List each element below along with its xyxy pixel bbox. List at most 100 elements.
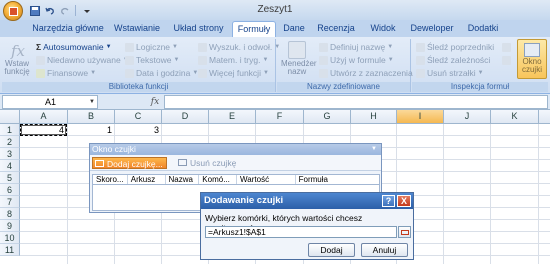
column-header-b[interactable]: B bbox=[68, 110, 115, 124]
tab-view[interactable]: Widok bbox=[366, 21, 400, 37]
column-header-f[interactable]: F bbox=[256, 110, 304, 124]
column-header-g[interactable]: G bbox=[304, 110, 351, 124]
cell-reference-input[interactable]: =Arkusz1!$A$1 bbox=[205, 226, 397, 238]
row-header-10[interactable]: 10 bbox=[0, 232, 20, 244]
column-header-k[interactable]: K bbox=[491, 110, 539, 124]
financial-functions-button[interactable]: Finansowe ▼ bbox=[36, 68, 96, 79]
column-header-next[interactable] bbox=[539, 110, 550, 124]
tab-addins[interactable]: Dodatki bbox=[463, 21, 503, 37]
chevron-down-icon[interactable]: ▼ bbox=[371, 144, 377, 155]
tab-data[interactable]: Dane bbox=[280, 21, 308, 37]
name-manager-button[interactable]: Menedżer nazw bbox=[281, 41, 317, 76]
column-header-cell[interactable]: Komó... bbox=[199, 175, 238, 184]
add-watch-button[interactable]: Dodaj czujkę... bbox=[92, 157, 167, 169]
select-all-corner[interactable] bbox=[0, 110, 20, 124]
watch-window-title-bar[interactable]: Okno czujki ▼ bbox=[90, 144, 381, 155]
use-in-formula-button[interactable]: Użyj w formule ▼ bbox=[319, 55, 394, 66]
chevron-down-icon[interactable]: ▼ bbox=[89, 96, 95, 108]
insert-function-icon[interactable]: fx bbox=[148, 95, 162, 109]
chevron-down-icon: ▼ bbox=[262, 57, 269, 63]
row-header-6[interactable]: 6 bbox=[0, 184, 20, 196]
recent-functions-button[interactable]: Niedawno używane ▼ bbox=[36, 55, 129, 66]
remove-arrows-icon bbox=[416, 69, 425, 78]
row-header-2[interactable]: 2 bbox=[0, 136, 20, 148]
column-header-j[interactable]: J bbox=[444, 110, 491, 124]
tab-review[interactable]: Recenzja bbox=[314, 21, 358, 37]
undo-icon[interactable] bbox=[43, 4, 56, 17]
tab-insert[interactable]: Wstawianie bbox=[109, 21, 165, 37]
trace-dependents-icon bbox=[416, 56, 425, 65]
name-manager-label: Menedżer nazw bbox=[281, 59, 317, 76]
define-name-button[interactable]: Definiuj nazwę ▼ bbox=[319, 42, 393, 53]
math-functions-button[interactable]: Matem. i tryg. ▼ bbox=[198, 55, 268, 66]
book-icon bbox=[125, 43, 134, 52]
trace-precedents-button[interactable]: Śledź poprzedniki bbox=[416, 42, 494, 53]
error-checking-button[interactable] bbox=[502, 42, 511, 53]
collapse-dialog-icon[interactable] bbox=[398, 226, 411, 238]
tab-home[interactable]: Narzędzia główne bbox=[32, 21, 104, 37]
name-box[interactable]: A1 ▼ bbox=[2, 95, 98, 109]
group-defined-names: Menedżer nazw Definiuj nazwę ▼ Użyj w fo… bbox=[277, 39, 413, 92]
row-header-9[interactable]: 9 bbox=[0, 220, 20, 232]
watch-window-title: Okno czujki bbox=[92, 144, 136, 154]
office-button[interactable] bbox=[3, 1, 23, 21]
cell-c1[interactable]: 3 bbox=[115, 124, 162, 136]
close-icon[interactable]: X bbox=[397, 195, 411, 207]
row-header-8[interactable]: 8 bbox=[0, 208, 20, 220]
create-from-selection-button[interactable]: Utwórz z zaznaczenia bbox=[319, 68, 413, 79]
tab-developer[interactable]: Deweloper bbox=[408, 21, 456, 37]
math-icon bbox=[198, 56, 207, 65]
column-header-h[interactable]: H bbox=[351, 110, 397, 124]
row-header-5[interactable]: 5 bbox=[0, 172, 20, 184]
column-header-e[interactable]: E bbox=[209, 110, 256, 124]
column-header-i[interactable]: I bbox=[397, 110, 444, 124]
date-time-functions-button[interactable]: Data i godzina ▼ bbox=[125, 68, 198, 79]
dialog-title-bar[interactable]: Dodawanie czujki ? X bbox=[201, 193, 413, 209]
date-time-label: Data i godzina bbox=[136, 68, 191, 78]
customize-icon[interactable] bbox=[80, 4, 93, 17]
tab-formulas[interactable]: Formuły bbox=[232, 21, 276, 38]
column-header-formula[interactable]: Formuła bbox=[296, 175, 379, 184]
remove-arrows-button[interactable]: Usuń strzałki ▼ bbox=[416, 68, 484, 79]
row-header-7[interactable]: 7 bbox=[0, 196, 20, 208]
watch-window-button[interactable]: Okno czujki bbox=[517, 39, 547, 79]
row-header-1[interactable]: 1 bbox=[0, 124, 20, 136]
text-functions-button[interactable]: Tekstowe ▼ bbox=[125, 55, 179, 66]
watch-window-toolbar: Dodaj czujkę... Usuń czujkę bbox=[90, 155, 381, 171]
formula-bar: A1 ▼ fx bbox=[0, 94, 550, 110]
evaluate-formula-button[interactable] bbox=[502, 55, 511, 66]
insert-function-icon: fx bbox=[8, 41, 26, 60]
formula-input[interactable] bbox=[164, 95, 548, 109]
tag-icon bbox=[319, 43, 328, 52]
logical-functions-button[interactable]: Logiczne ▼ bbox=[125, 42, 178, 53]
column-header-name[interactable]: Nazwa bbox=[166, 175, 200, 184]
star-icon bbox=[36, 56, 45, 65]
column-header-a[interactable]: A bbox=[20, 110, 68, 124]
row-header-3[interactable]: 3 bbox=[0, 148, 20, 160]
more-functions-button[interactable]: Więcej funkcji ▼ bbox=[198, 68, 269, 79]
add-button[interactable]: Dodaj bbox=[308, 243, 355, 257]
use-in-formula-label: Użyj w formule bbox=[330, 55, 386, 65]
column-header-book[interactable]: Skoro... bbox=[93, 175, 128, 184]
row-header-11[interactable]: 11 bbox=[0, 244, 20, 256]
column-header-value[interactable]: Wartość bbox=[237, 175, 296, 184]
redo-icon[interactable] bbox=[58, 4, 71, 17]
column-header-d[interactable]: D bbox=[162, 110, 209, 124]
chevron-down-icon: ▼ bbox=[90, 70, 97, 76]
trace-dependents-button[interactable]: Śledź zależności bbox=[416, 55, 490, 66]
autosum-button[interactable]: Σ Autosumowanie ▼ bbox=[36, 42, 112, 53]
cancel-button[interactable]: Anuluj bbox=[361, 243, 408, 257]
help-icon[interactable]: ? bbox=[382, 195, 395, 207]
row-header-4[interactable]: 4 bbox=[0, 160, 20, 172]
autosum-label: Autosumowanie bbox=[43, 42, 104, 52]
group-label: Biblioteka funkcji bbox=[2, 82, 275, 92]
save-icon[interactable] bbox=[28, 4, 41, 17]
tab-page-layout[interactable]: Układ strony bbox=[170, 21, 227, 37]
cell-b1[interactable]: 1 bbox=[68, 124, 115, 136]
insert-function-button[interactable]: fx Wstaw funkcję bbox=[4, 41, 30, 76]
column-header-c[interactable]: C bbox=[115, 110, 162, 124]
delete-watch-button[interactable]: Usuń czujkę bbox=[176, 157, 239, 169]
delete-watch-icon bbox=[178, 159, 187, 166]
column-header-sheet[interactable]: Arkusz bbox=[128, 175, 166, 184]
lookup-functions-button[interactable]: Wyszuk. i odwoł. ▼ bbox=[198, 42, 280, 53]
